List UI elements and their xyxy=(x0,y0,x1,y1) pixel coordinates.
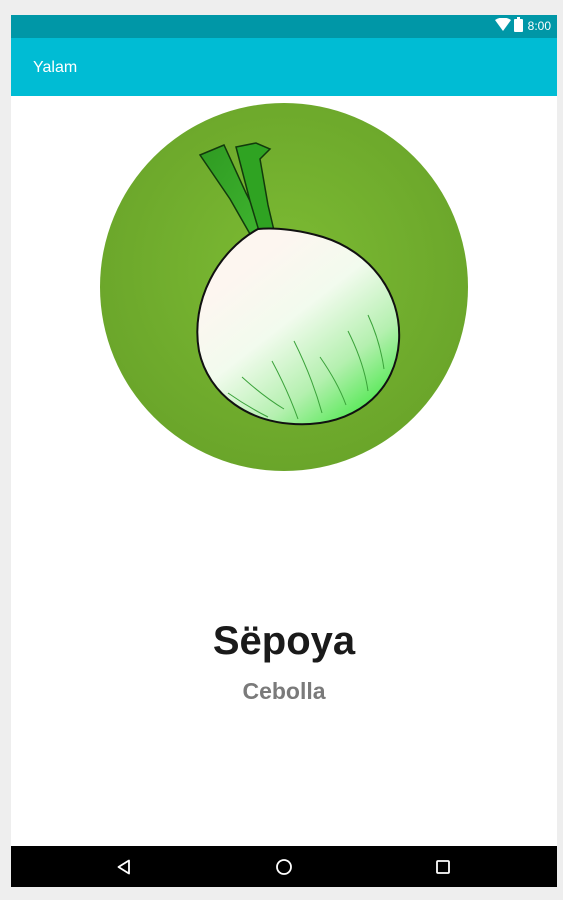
device-screen: 8:00 Yalam Sëpoya Cebolla xyxy=(11,15,557,887)
app-bar: Yalam xyxy=(11,38,557,96)
onion-illustration[interactable] xyxy=(98,101,470,473)
battery-icon xyxy=(513,16,523,37)
status-icons: 8:00 xyxy=(494,16,551,37)
word-text: Sëpoya xyxy=(212,619,356,663)
translation-text: Cebolla xyxy=(242,678,326,704)
recents-icon xyxy=(436,860,450,874)
back-icon xyxy=(117,859,130,875)
onion-icon xyxy=(100,103,468,471)
wifi-icon xyxy=(494,17,511,36)
status-time: 8:00 xyxy=(527,19,551,33)
status-bar: 8:00 xyxy=(11,15,557,38)
recents-button[interactable] xyxy=(423,852,463,882)
navigation-bar xyxy=(11,846,557,887)
home-icon xyxy=(276,859,292,875)
app-title: Yalam xyxy=(33,59,78,76)
word-card: Sëpoya Cebolla xyxy=(11,96,557,846)
back-button[interactable] xyxy=(104,852,144,882)
home-button[interactable] xyxy=(264,852,304,882)
